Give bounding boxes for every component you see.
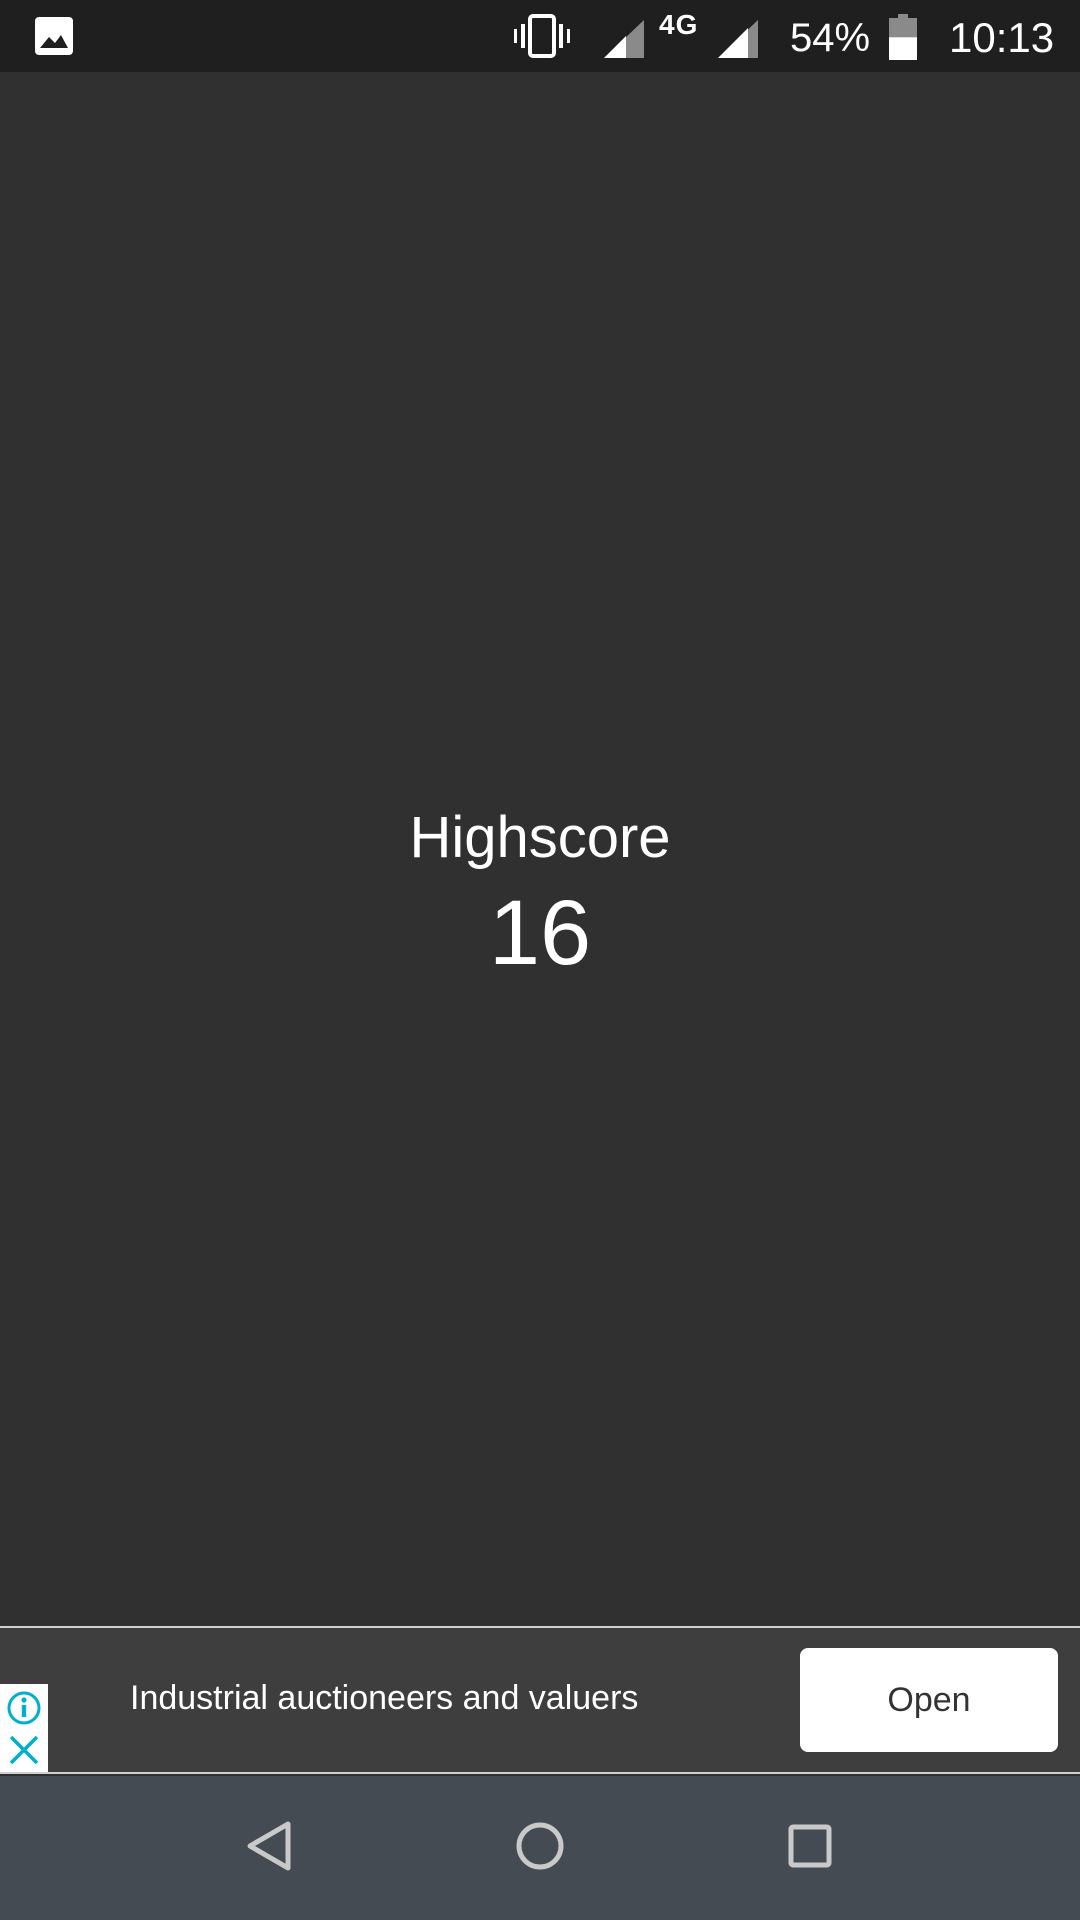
back-icon[interactable] <box>230 1806 310 1886</box>
vibrate-icon <box>514 14 570 58</box>
recents-icon[interactable] <box>770 1806 850 1886</box>
ad-banner[interactable]: Industrial auctioneers and valuers Open <box>0 1626 1080 1774</box>
highscore-block: Highscore 16 <box>0 798 1080 988</box>
home-icon[interactable] <box>500 1806 580 1886</box>
nav-bar <box>0 1776 1080 1920</box>
clock: 10:13 <box>949 14 1055 61</box>
highscore-value: 16 <box>488 882 592 984</box>
battery-icon <box>889 14 917 60</box>
ad-open-button[interactable]: Open <box>800 1648 1058 1752</box>
battery-percent: 54% <box>790 16 871 60</box>
screen: 4G 54% 10:13 Highscore 16 Industrial auc… <box>0 0 1080 1920</box>
ad-choices[interactable] <box>0 1684 48 1772</box>
info-icon[interactable] <box>6 1690 42 1726</box>
close-icon[interactable] <box>8 1734 40 1766</box>
status-bar: 4G 54% 10:13 <box>0 0 1080 72</box>
signal-icon <box>604 20 644 58</box>
ad-text[interactable]: Industrial auctioneers and valuers <box>130 1676 638 1720</box>
gallery-icon <box>35 17 73 55</box>
network-type: 4G <box>659 9 699 40</box>
highscore-label: Highscore <box>409 805 671 870</box>
signal-icon <box>718 20 758 58</box>
